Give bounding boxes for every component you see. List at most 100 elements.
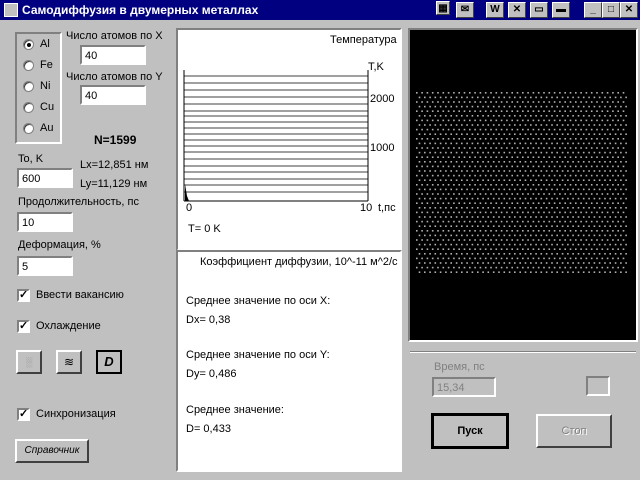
atom bbox=[553, 101, 556, 103]
help-button[interactable]: Справочник bbox=[15, 439, 89, 463]
atom bbox=[522, 248, 524, 250]
atom bbox=[461, 179, 463, 181]
atom bbox=[553, 147, 556, 149]
atom bbox=[524, 188, 527, 191]
mail-icon[interactable]: ✉ bbox=[456, 2, 474, 18]
atom bbox=[609, 262, 611, 264]
atom bbox=[477, 188, 479, 191]
close-button[interactable]: ✕ bbox=[620, 2, 638, 18]
radio-cu[interactable] bbox=[23, 102, 34, 113]
radio-fe[interactable] bbox=[23, 60, 34, 71]
atom bbox=[431, 239, 434, 241]
deformation-input[interactable]: 5 bbox=[17, 256, 73, 276]
atom bbox=[429, 105, 431, 108]
word-icon[interactable]: W bbox=[486, 2, 504, 18]
atom bbox=[564, 193, 566, 195]
atom bbox=[455, 207, 458, 209]
atom bbox=[424, 243, 426, 246]
atom bbox=[620, 105, 622, 108]
radio-ni[interactable] bbox=[23, 81, 34, 92]
vacancy-checkbox[interactable]: ✓ bbox=[17, 289, 30, 302]
atom bbox=[442, 119, 445, 122]
start-button[interactable]: Пуск bbox=[431, 413, 509, 449]
atom bbox=[519, 105, 521, 108]
atom bbox=[426, 147, 429, 149]
atom bbox=[545, 161, 548, 163]
atom bbox=[424, 253, 426, 255]
atom bbox=[551, 262, 553, 264]
atom bbox=[453, 248, 455, 250]
atom bbox=[477, 115, 479, 117]
atom bbox=[582, 234, 585, 237]
atom bbox=[614, 133, 617, 135]
atom bbox=[474, 184, 476, 186]
monitor-icon[interactable]: ▬ bbox=[552, 2, 570, 18]
atom bbox=[585, 138, 588, 140]
maximize-button[interactable]: □ bbox=[602, 2, 620, 18]
diffusion-tool-button[interactable]: D bbox=[96, 350, 122, 374]
atoms-x-input[interactable]: 40 bbox=[80, 45, 146, 65]
atom bbox=[516, 101, 519, 103]
cooling-checkbox[interactable]: ✓ bbox=[17, 320, 30, 333]
stop-button[interactable]: Стоп bbox=[536, 414, 612, 448]
tray-icon[interactable]: ▦ bbox=[436, 1, 450, 15]
atom bbox=[495, 202, 498, 204]
excel-icon[interactable]: ✕ bbox=[508, 2, 526, 18]
radio-label-al: Al bbox=[40, 38, 50, 50]
atom bbox=[553, 110, 556, 112]
atom bbox=[614, 207, 617, 209]
radio-au[interactable] bbox=[23, 123, 34, 134]
atom bbox=[606, 266, 609, 269]
atom bbox=[474, 211, 476, 214]
lines-tool-button[interactable]: ≋ bbox=[56, 350, 82, 374]
atom bbox=[596, 266, 598, 269]
atom bbox=[466, 105, 468, 108]
atom bbox=[500, 165, 503, 168]
atom bbox=[612, 147, 614, 149]
duration-input[interactable]: 10 bbox=[17, 212, 73, 232]
minimize-button[interactable]: _ bbox=[584, 2, 602, 18]
atom bbox=[588, 142, 590, 145]
atom bbox=[477, 262, 479, 264]
atom bbox=[596, 128, 598, 131]
atom bbox=[582, 105, 585, 108]
atom bbox=[447, 119, 450, 122]
atom bbox=[495, 156, 498, 158]
atoms-y-input[interactable]: 40 bbox=[80, 85, 146, 105]
atom bbox=[569, 165, 572, 168]
atom bbox=[492, 115, 495, 117]
atom bbox=[424, 151, 426, 154]
d-icon: D bbox=[104, 354, 114, 369]
atom bbox=[514, 124, 516, 126]
atom bbox=[445, 161, 447, 163]
radio-al[interactable] bbox=[23, 39, 34, 50]
atom bbox=[553, 174, 556, 177]
atom bbox=[535, 179, 537, 181]
folder-icon[interactable]: ▭ bbox=[530, 2, 548, 18]
atom bbox=[482, 262, 484, 264]
atom bbox=[585, 202, 588, 204]
atom bbox=[487, 207, 490, 209]
atom bbox=[604, 271, 606, 273]
atom bbox=[461, 253, 463, 255]
ly-value: Ly=11,129 нм bbox=[80, 178, 148, 190]
atom bbox=[466, 216, 468, 218]
temp0-input[interactable]: 600 bbox=[17, 168, 73, 188]
atom bbox=[498, 96, 500, 99]
atom bbox=[553, 266, 556, 269]
atom bbox=[527, 174, 529, 177]
atom bbox=[508, 253, 511, 255]
atom bbox=[450, 197, 452, 200]
sync-checkbox[interactable]: ✓ bbox=[17, 408, 30, 421]
atom bbox=[424, 225, 426, 227]
atom bbox=[495, 230, 498, 232]
atom bbox=[426, 119, 429, 122]
grid-tool-button[interactable]: ░ bbox=[16, 350, 42, 374]
atom bbox=[450, 142, 452, 145]
atom bbox=[471, 170, 474, 172]
atom bbox=[463, 138, 466, 140]
atom bbox=[604, 262, 606, 264]
time-label: Время, пс bbox=[434, 361, 485, 373]
atom bbox=[511, 248, 513, 250]
atom bbox=[477, 197, 479, 200]
